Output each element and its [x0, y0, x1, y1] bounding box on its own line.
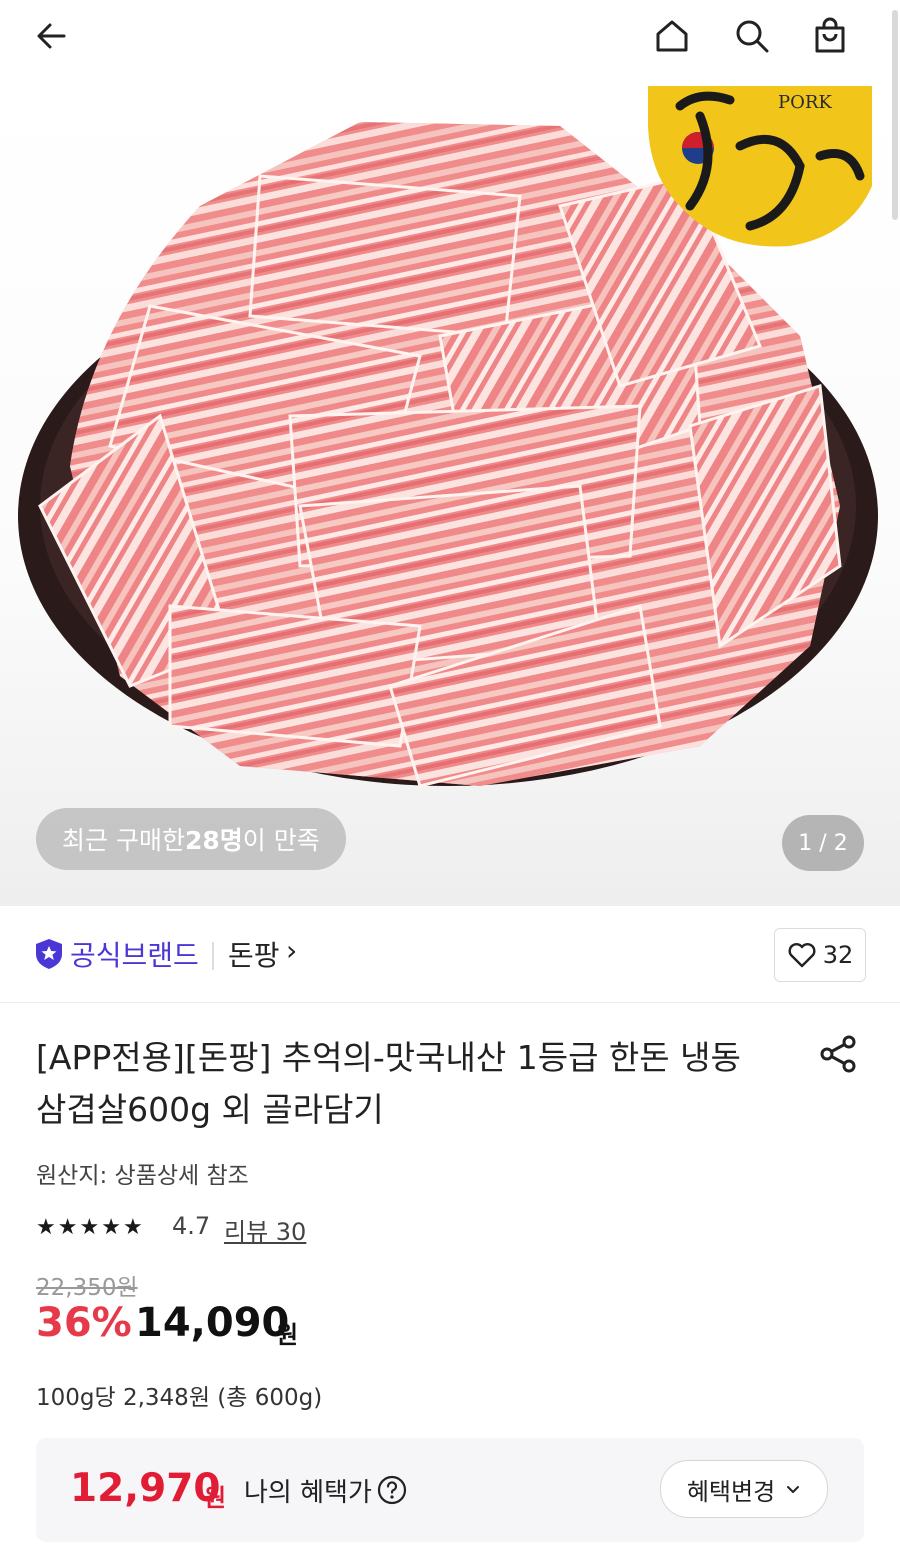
- back-button[interactable]: [26, 10, 78, 62]
- arrow-left-icon: [37, 23, 66, 49]
- chevron-down-icon: [787, 1486, 800, 1493]
- product-image-carousel[interactable]: PORK 최근 구매한 28명 이 만족 1 / 2: [0, 86, 900, 906]
- origin-info: 원산지: 상품상세 참조: [36, 1163, 249, 1189]
- official-brand-label: 공식브랜드: [70, 939, 199, 972]
- svg-text:PORK: PORK: [778, 92, 832, 113]
- wishlist-count: 32: [822, 941, 854, 969]
- cart-button[interactable]: [804, 10, 856, 62]
- star-icon: ★: [79, 1215, 100, 1240]
- star-rating: ★ ★ ★ ★ ★: [36, 1212, 143, 1244]
- product-title: [APP전용][돈팡] 추억의-맛국내산 1등급 한돈 냉동 삼겹살600g 외…: [36, 1038, 741, 1129]
- star-icon: ★: [36, 1215, 56, 1240]
- top-app-bar: [0, 0, 900, 86]
- unit-price: 100g당 2,348원 (총 600g): [36, 1385, 323, 1411]
- product-photo: PORK: [18, 86, 878, 788]
- search-icon: [736, 20, 769, 53]
- home-icon: [656, 20, 688, 52]
- home-button[interactable]: [646, 10, 698, 62]
- review-count-link[interactable]: 리뷰 30: [224, 1212, 306, 1247]
- benefit-price-currency: 원: [204, 1484, 227, 1512]
- change-benefit-label: 혜택변경: [686, 1477, 776, 1506]
- discount-rate: 36%: [36, 1300, 132, 1346]
- rating-value: 4.7: [172, 1212, 211, 1240]
- shopping-bag-icon: [815, 17, 845, 53]
- recent-buyers-count: 28명: [184, 826, 243, 855]
- benefit-price: 12,970: [70, 1466, 221, 1511]
- star-icon: ★: [57, 1215, 78, 1240]
- original-price: 22,350원: [36, 1275, 138, 1301]
- wishlist-button[interactable]: 32: [774, 928, 866, 982]
- divider: [212, 942, 214, 970]
- share-icon[interactable]: [816, 1032, 860, 1076]
- heart-icon: [788, 943, 816, 968]
- sale-price-currency: 원: [276, 1321, 299, 1349]
- brand-name-link[interactable]: 돈팡: [228, 934, 280, 974]
- benefit-price-label: 나의 혜택가: [244, 1478, 372, 1508]
- search-button[interactable]: [726, 10, 778, 62]
- question-circle-icon[interactable]: [376, 1474, 408, 1506]
- star-icon: ★: [122, 1215, 143, 1240]
- recent-buyers-prefix: 최근 구매한: [62, 826, 185, 855]
- recent-buyers-suffix: 이 만족: [242, 826, 320, 855]
- my-benefit-price-box: 12,970 원 나의 혜택가 혜택변경: [36, 1438, 864, 1542]
- change-benefit-button[interactable]: 혜택변경: [660, 1460, 828, 1518]
- chevron-right-icon[interactable]: ›: [286, 934, 297, 967]
- image-page-counter: 1 / 2: [782, 815, 864, 871]
- brand-row: 공식브랜드 돈팡 › 32: [0, 906, 900, 1003]
- star-icon: ★: [101, 1215, 121, 1240]
- sale-price: 14,090: [135, 1300, 290, 1346]
- recent-buyers-badge: 최근 구매한 28명 이 만족: [36, 808, 346, 870]
- verified-badge-icon: [36, 939, 62, 969]
- scroll-indicator[interactable]: [892, 10, 898, 220]
